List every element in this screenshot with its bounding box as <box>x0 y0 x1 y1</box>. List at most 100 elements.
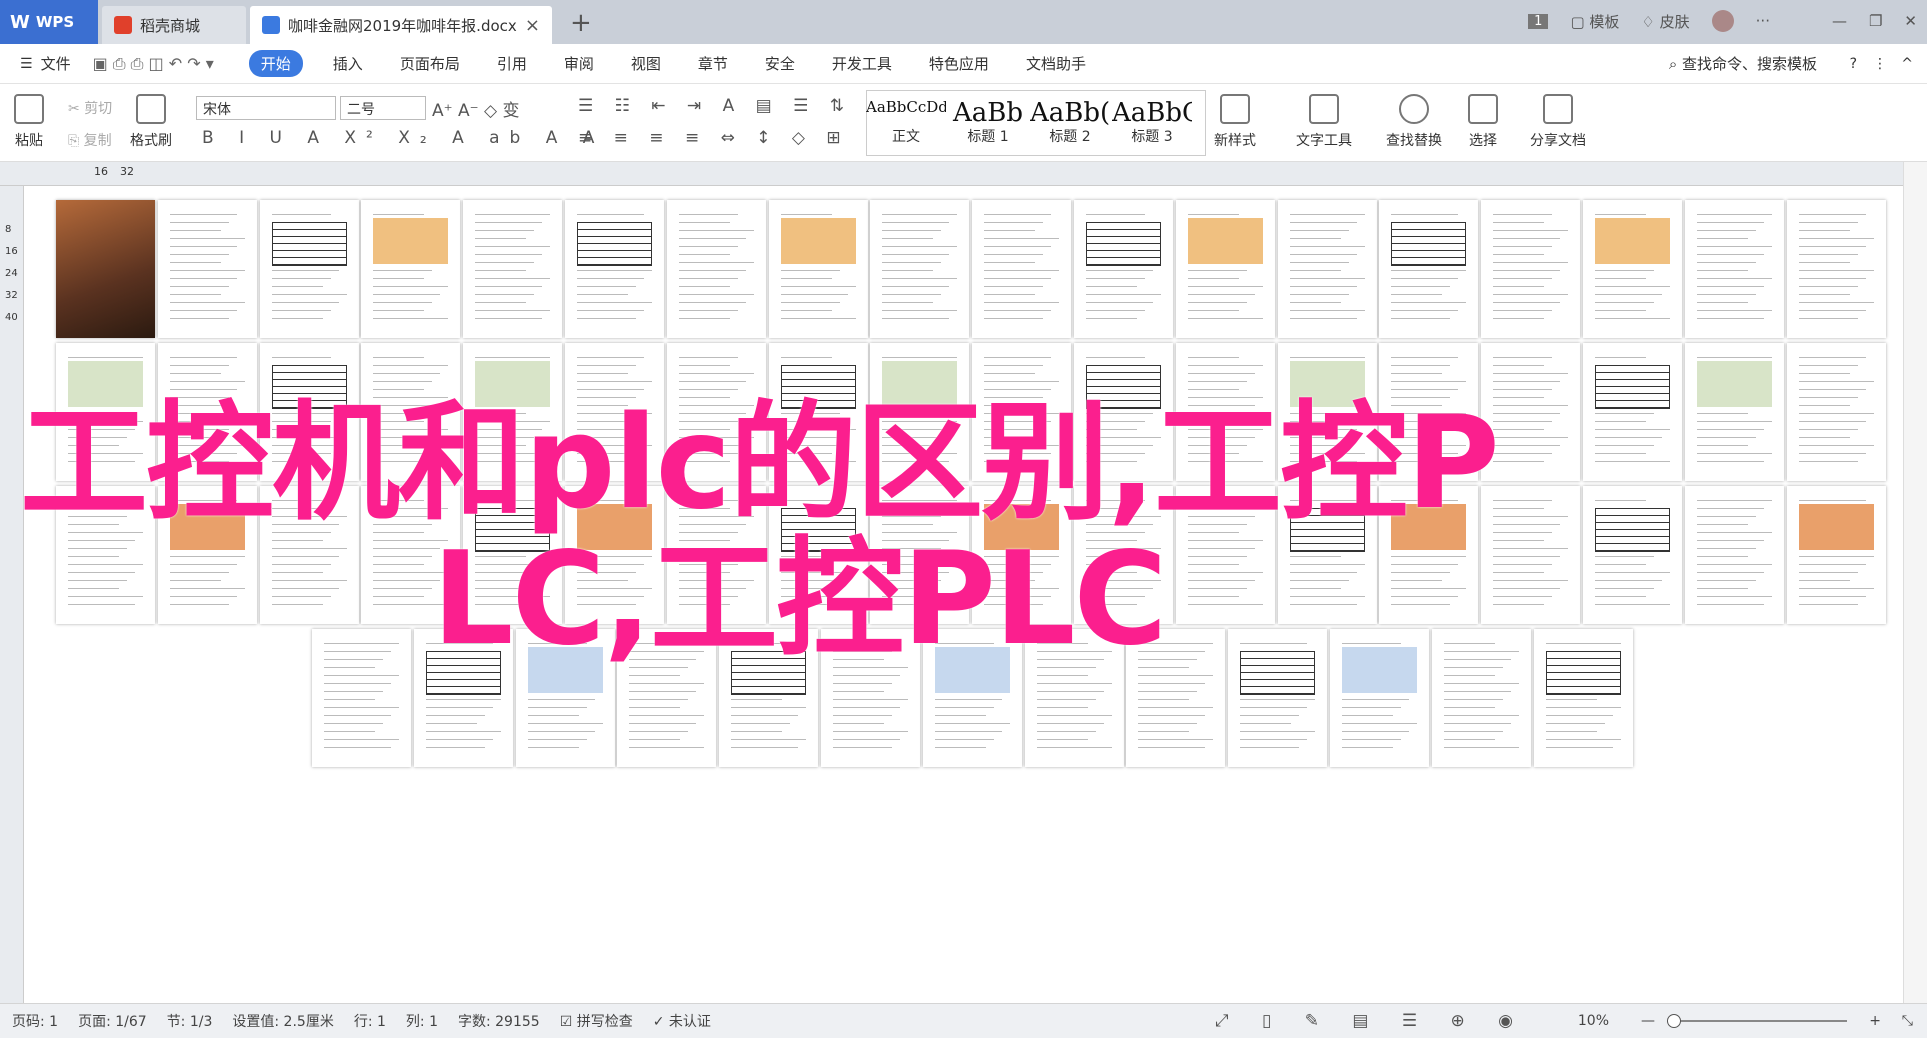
format-painter-button[interactable]: 格式刷 <box>130 94 172 150</box>
maximize-icon[interactable]: ❐ <box>1869 12 1882 30</box>
cut-button[interactable]: ✂ 剪切 <box>68 98 112 118</box>
page-thumbnail[interactable] <box>157 200 257 338</box>
status-words[interactable]: 字数: 29155 <box>458 1011 540 1031</box>
page-thumbnail[interactable] <box>312 629 411 767</box>
zoom-level[interactable]: 10% <box>1578 1013 1609 1029</box>
style-heading2[interactable]: AaBb(标题 2 <box>1030 94 1110 150</box>
page-thumbnail[interactable] <box>259 200 359 338</box>
zoom-slider-thumb[interactable] <box>1667 1014 1681 1028</box>
text-line <box>577 357 644 358</box>
fit-page-icon[interactable]: ⤡ <box>1902 1013 1913 1029</box>
page-thumbnail[interactable] <box>1786 200 1886 338</box>
search-command[interactable]: ⌕ 查找命令、搜索模板 <box>1669 53 1817 74</box>
page-thumbnail[interactable] <box>972 200 1072 338</box>
hamburger-icon[interactable]: ☰ <box>20 56 33 72</box>
menu-doc-assistant[interactable]: 文档助手 <box>1026 53 1086 74</box>
certification-button[interactable]: ✓ 未认证 <box>653 1011 711 1031</box>
skin-button[interactable]: ♢ 皮肤 <box>1641 11 1689 32</box>
text-line <box>577 318 636 319</box>
tab-wps[interactable]: W WPS <box>0 0 98 44</box>
page-thumbnail[interactable] <box>565 200 664 338</box>
page-thumbnail[interactable] <box>1583 343 1682 481</box>
text-tools-button[interactable]: 文字工具 <box>1296 94 1352 150</box>
page-thumbnail[interactable] <box>1277 200 1377 338</box>
align-icons[interactable]: ≡ ≡ ≡ ≡ ⇔ ↕ ◇ ⊞ <box>578 128 849 148</box>
font-size-select[interactable]: 二号 <box>340 96 426 120</box>
page-thumbnail[interactable] <box>1684 486 1784 624</box>
style-normal[interactable]: AaBbCcDd 正文 <box>866 94 946 150</box>
menu-dev-tools[interactable]: 开发工具 <box>832 53 892 74</box>
page-thumbnail[interactable] <box>1431 629 1531 767</box>
text-line <box>984 270 1060 271</box>
font-select[interactable]: 宋体 <box>196 96 336 120</box>
menu-section[interactable]: 章节 <box>698 53 728 74</box>
tab-document[interactable]: 咖啡金融网2019年咖啡年报.docx × <box>250 6 552 44</box>
text-line <box>629 683 705 684</box>
page-thumbnail[interactable] <box>666 200 766 338</box>
menu-security[interactable]: 安全 <box>765 53 795 74</box>
page-thumbnail[interactable] <box>56 200 155 338</box>
text-line <box>169 222 229 223</box>
spell-check-button[interactable]: ☑ 拼写检查 <box>560 1011 633 1031</box>
collapse-ribbon-icon[interactable]: ^ <box>1901 56 1913 72</box>
tab-shop[interactable]: 稻壳商城 <box>102 6 246 44</box>
style-heading1[interactable]: AaBb 标题 1 <box>948 94 1028 150</box>
text-line <box>1595 270 1654 271</box>
page-thumbnail[interactable] <box>1330 629 1429 767</box>
list-icons[interactable]: ☰ ☷ ⇤ ⇥ A ▤ ☰ ⇅ <box>578 96 852 116</box>
help-icon[interactable]: ? <box>1850 56 1857 72</box>
page-thumbnail[interactable] <box>1533 629 1633 767</box>
page-thumbnail[interactable] <box>1074 200 1173 338</box>
avatar[interactable] <box>1711 10 1734 32</box>
zoom-out-icon[interactable]: — <box>1641 1013 1655 1029</box>
menu-insert[interactable]: 插入 <box>333 53 363 74</box>
menu-page-layout[interactable]: 页面布局 <box>400 53 460 74</box>
view-mode-icons[interactable]: ⤢ ▯ ✎ ▤ ☰ ⊕ ◉ <box>1215 1011 1527 1031</box>
new-tab-button[interactable]: + <box>570 8 592 38</box>
font-format-icons[interactable]: B I U A X² X₂ A ab A A <box>202 128 604 148</box>
text-line <box>1493 270 1561 271</box>
style-normal-sample: AaBbCcDd <box>866 98 946 116</box>
more-menu-icon[interactable]: ⋮ <box>1873 56 1887 72</box>
page-thumbnail[interactable] <box>1684 343 1784 481</box>
template-button[interactable]: ▢ 模板 <box>1570 11 1619 32</box>
page-thumbnail[interactable] <box>463 200 563 338</box>
close-tab-icon[interactable]: × <box>525 15 540 36</box>
style-heading3[interactable]: AaBbC(标题 3 <box>1112 94 1192 150</box>
page-thumbnail[interactable] <box>1583 200 1682 338</box>
select-button[interactable]: 选择 <box>1468 94 1498 150</box>
text-line <box>1289 270 1341 271</box>
menu-file[interactable]: 文件 <box>41 53 71 74</box>
menu-start[interactable]: 开始 <box>248 50 303 77</box>
share-doc-button[interactable]: 分享文档 <box>1530 94 1586 150</box>
page-thumbnail[interactable] <box>768 200 868 338</box>
find-replace-button[interactable]: 查找替换 <box>1386 94 1442 150</box>
page-thumbnail[interactable] <box>1786 343 1886 481</box>
vertical-scrollbar[interactable] <box>1903 162 1927 1003</box>
toolbar-quick-icons[interactable]: ▣ ⎙ ⎙ ◫ ↶ ↷ ▾ <box>93 54 214 74</box>
page-thumbnail[interactable] <box>1379 200 1479 338</box>
zoom-in-icon[interactable]: + <box>1869 1013 1881 1029</box>
more-icon[interactable]: ··· <box>1756 12 1770 30</box>
menu-view[interactable]: 视图 <box>631 53 661 74</box>
copy-button[interactable]: ⎘ 复制 <box>68 130 112 150</box>
new-style-button[interactable]: 新样式 <box>1214 94 1256 150</box>
page-thumbnail[interactable] <box>361 200 461 338</box>
text-line <box>629 691 697 692</box>
zoom-slider[interactable] <box>1667 1014 1847 1028</box>
text-line <box>1696 556 1748 557</box>
menu-references[interactable]: 引用 <box>497 53 527 74</box>
minimize-icon[interactable]: — <box>1832 12 1847 30</box>
paste-button[interactable]: 粘贴 <box>14 94 44 150</box>
menu-review[interactable]: 审阅 <box>564 53 594 74</box>
page-thumbnail[interactable] <box>1583 486 1682 624</box>
page-thumbnail[interactable] <box>1684 200 1784 338</box>
page-thumbnail[interactable] <box>1786 486 1886 624</box>
page-thumbnail[interactable] <box>1228 629 1328 767</box>
menu-special[interactable]: 特色应用 <box>929 53 989 74</box>
page-thumbnail[interactable] <box>1175 200 1275 338</box>
page-thumbnail[interactable] <box>1481 200 1581 338</box>
close-window-icon[interactable]: ✕ <box>1904 12 1917 30</box>
page-thumbnail[interactable] <box>870 200 970 338</box>
font-grow-icons[interactable]: A⁺ A⁻ ◇ 变 <box>432 96 520 121</box>
